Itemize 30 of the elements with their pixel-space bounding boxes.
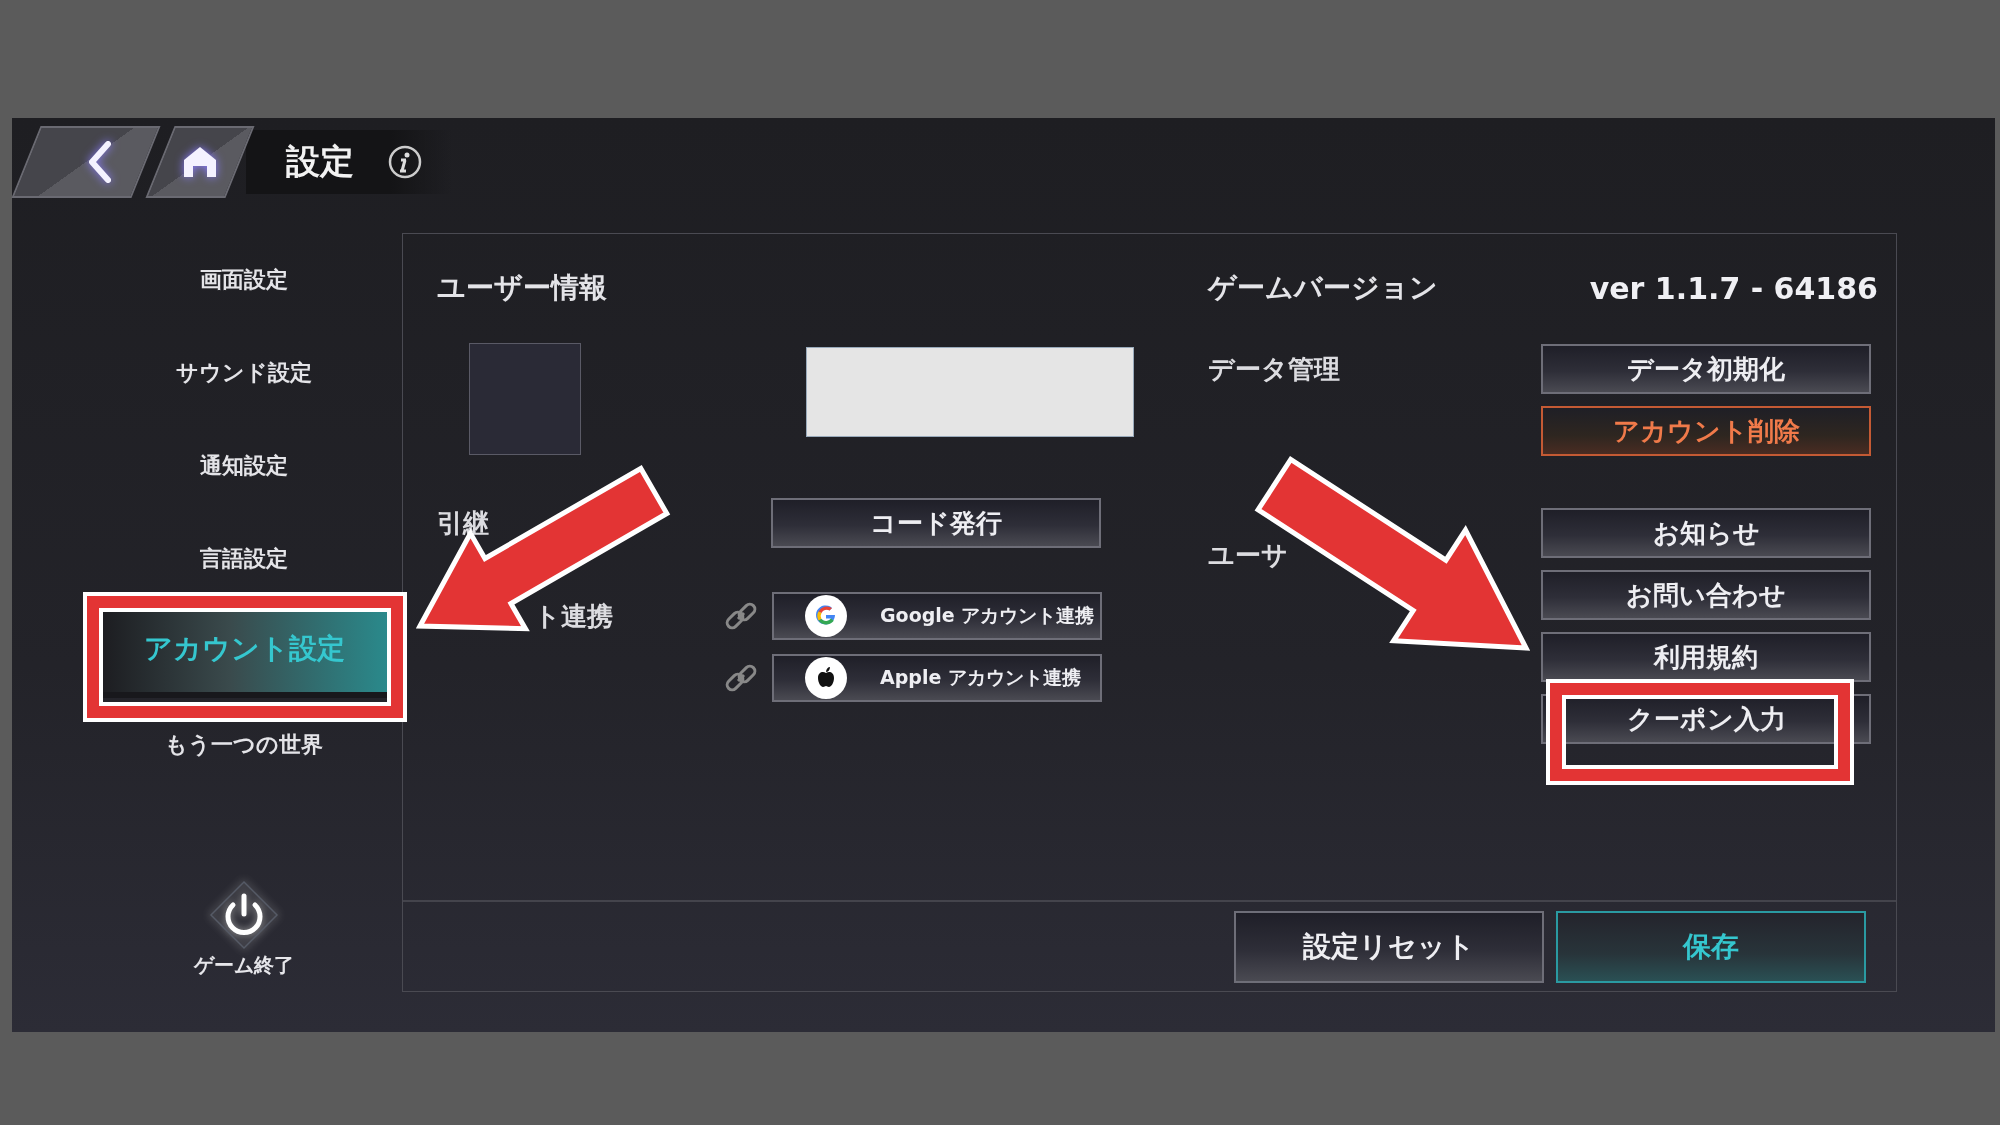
- apple-icon: [804, 656, 848, 700]
- field-label: ユーサ: [1208, 539, 1289, 572]
- power-icon[interactable]: [209, 880, 279, 950]
- home-icon: [183, 146, 217, 178]
- sidebar-item[interactable]: 通知設定: [100, 419, 388, 512]
- field-label: ト連携: [534, 600, 613, 633]
- section-heading: ユーザー情報: [437, 270, 608, 306]
- data-reset-button[interactable]: データ初期化: [1541, 344, 1871, 394]
- section-heading: ゲームバージョン: [1208, 270, 1438, 306]
- version-text: ver 1.1.7 - 64186: [1589, 270, 1878, 306]
- field-label: 引継: [437, 507, 489, 540]
- exit-label: ゲーム終了: [194, 952, 294, 979]
- field-label: データ管理: [1208, 353, 1341, 386]
- sidebar-item[interactable]: 画面設定: [100, 233, 388, 326]
- account-link-button[interactable]: Google アカウント連携: [772, 592, 1102, 640]
- sidebar-item[interactable]: もう一つの世界: [100, 698, 388, 791]
- sidebar-item[interactable]: サウンド設定: [100, 326, 388, 419]
- page-title: 設定: [286, 140, 354, 183]
- save-button[interactable]: 保存: [1556, 911, 1866, 983]
- support-button[interactable]: お知らせ: [1541, 508, 1871, 558]
- delete-account-button[interactable]: アカウント削除: [1541, 406, 1871, 456]
- info-icon[interactable]: [388, 145, 422, 179]
- account-link-button[interactable]: Apple アカウント連携: [772, 654, 1102, 702]
- reset-settings-button[interactable]: 設定リセット: [1234, 911, 1544, 983]
- issue-code-button[interactable]: コード発行: [771, 498, 1101, 548]
- support-button[interactable]: お問い合わせ: [1541, 570, 1871, 620]
- sidebar-item[interactable]: 言語設定: [100, 512, 388, 605]
- support-button[interactable]: 利用規約: [1541, 632, 1871, 682]
- back-button[interactable]: [11, 126, 161, 198]
- google-icon: [804, 594, 848, 638]
